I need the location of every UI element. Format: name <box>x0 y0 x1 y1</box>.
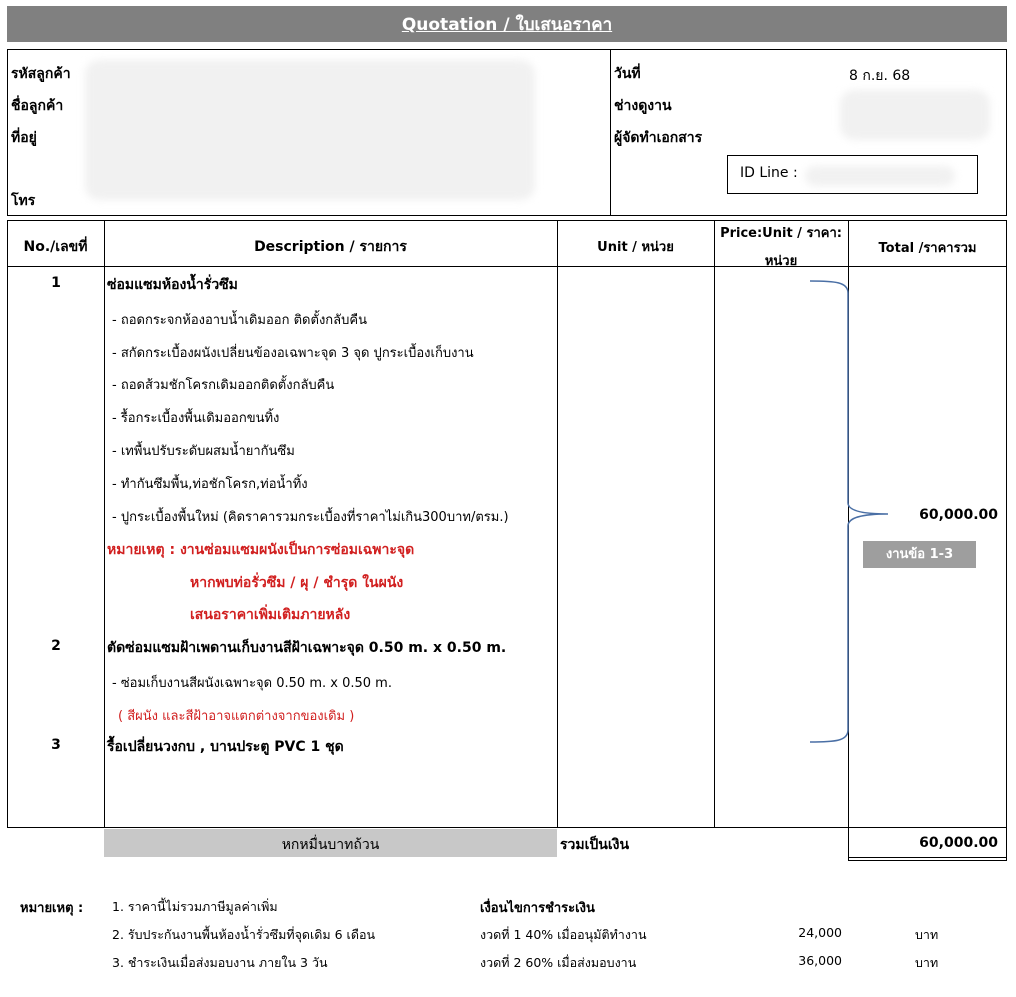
payment-unit-2: บาท <box>915 955 939 970</box>
header-description: Description / รายการ <box>254 239 407 255</box>
item1-detail-2: - สกัดกระเบื้องผนังเปลี่ยนข้องอเฉพาะจุด … <box>112 346 474 361</box>
item1-note-line2: หากพบท่อรั่วซึม / ผุ / ชำรุด ในผนัง <box>190 575 404 591</box>
sum-box-right <box>1006 828 1007 860</box>
header-total: Total /ราคารวม <box>878 241 977 256</box>
item1-detail-5: - เทพื้นปรับระดับผสมน้ำยากันซึม <box>112 444 295 459</box>
item2-number: 2 <box>51 638 61 654</box>
col-divider-3 <box>714 220 715 828</box>
amount-in-words: หกหมื่นบาทถ้วน <box>281 837 380 853</box>
redacted-line-id <box>805 166 955 186</box>
item1-note-line3: เสนอราคาเพิ่มเติมภายหลัง <box>190 607 351 623</box>
redacted-customer-info <box>85 60 535 200</box>
sum-underline-1 <box>848 857 1007 858</box>
header-price-line2: หน่วย <box>764 254 798 269</box>
document-title: Quotation / ใบเสนอราคา <box>7 6 1007 42</box>
remarks-label: หมายเหตุ : <box>20 901 84 916</box>
date-label: วันที่ <box>614 66 641 82</box>
item1-detail-6: - ทำกันซึมพื้น,ท่อชักโครก,ท่อน้ำทิ้ง <box>112 477 308 492</box>
surveyor-label: ช่างดูงาน <box>614 98 672 114</box>
payment-unit-1: บาท <box>915 927 939 942</box>
line-id-label: ID Line : <box>740 165 798 181</box>
group-badge: งานข้อ 1-3 <box>863 541 976 568</box>
item3-number: 3 <box>51 737 61 753</box>
item2-note: ( สีผนัง และสีฝ้าอาจแตกต่างจากของเดิม ) <box>118 709 355 724</box>
item1-detail-1: - ถอดกระจกห้องอาบน้ำเดิมออก ติดตั้งกลับค… <box>112 313 367 328</box>
customer-code-label: รหัสลูกค้า <box>11 66 71 82</box>
item1-detail-7: - ปูกระเบื้องพื้นใหม่ (คิดราคารวมกระเบื้… <box>112 510 509 525</box>
group-total-value: 60,000.00 <box>919 507 998 523</box>
header-no: No./เลขที่ <box>23 239 88 255</box>
payment-term-1: งวดที่ 1 40% เมื่ออนุมัติทำงาน <box>480 927 647 942</box>
table-header-divider <box>7 266 1007 267</box>
item1-detail-3: - ถอดส้วมชักโครกเดิมออกติดตั้งกลับคืน <box>112 378 335 393</box>
remark-2: 2. รับประกันงานพื้นห้องน้ำรั่วซึมที่จุดเ… <box>112 927 376 942</box>
sum-value: 60,000.00 <box>919 835 998 851</box>
redacted-surveyor-info <box>840 90 990 140</box>
item2-detail: - ซ่อมเก็บงานสีผนังเฉพาะจุด 0.50 m. x 0.… <box>112 676 392 691</box>
date-value: 8 ก.ย. 68 <box>849 68 911 84</box>
header-price-line1: Price:Unit / ราคา: <box>720 226 842 241</box>
payment-amount-1: 24,000 <box>798 925 842 940</box>
col-divider-2 <box>557 220 558 828</box>
payment-amount-2: 36,000 <box>798 953 842 968</box>
item1-number: 1 <box>51 275 61 291</box>
item1-note-line1: หมายเหตุ : งานซ่อมแซมผนังเป็นการซ่อมเฉพา… <box>107 542 415 558</box>
header-unit: Unit / หน่วย <box>597 240 674 255</box>
item2-title: ตัดซ่อมแซมฝ้าเพดานเก็บงานสีฝ้าเฉพาะจุด 0… <box>107 640 507 656</box>
sum-label: รวมเป็นเงิน <box>560 837 630 853</box>
sum-underline-2 <box>848 860 1007 861</box>
sum-box-left <box>848 828 849 860</box>
preparer-label: ผู้จัดทำเอกสาร <box>614 130 703 146</box>
item1-detail-4: - รื้อกระเบื้องพื้นเดิมออกขนทิ้ง <box>112 411 280 426</box>
customer-phone-label: โทร <box>11 193 36 209</box>
remark-3: 3. ชำระเงินเมื่อส่งมอบงาน ภายใน 3 วัน <box>112 955 328 970</box>
customer-address-label: ที่อยู่ <box>11 130 37 146</box>
item1-title: ซ่อมแซมห้องน้ำรั่วซึม <box>107 277 238 293</box>
info-divider <box>610 49 611 216</box>
item3-title: รื้อเปลี่ยนวงกบ , บานประตู PVC 1 ชุด <box>107 739 344 755</box>
payment-title: เงื่อนไขการชำระเงิน <box>480 901 595 916</box>
payment-term-2: งวดที่ 2 60% เมื่อส่งมอบงาน <box>480 955 637 970</box>
customer-name-label: ชื่อลูกค้า <box>11 98 64 114</box>
remark-1: 1. ราคานี้ไม่รวมภาษีมูลค่าเพิ่ม <box>112 899 278 914</box>
